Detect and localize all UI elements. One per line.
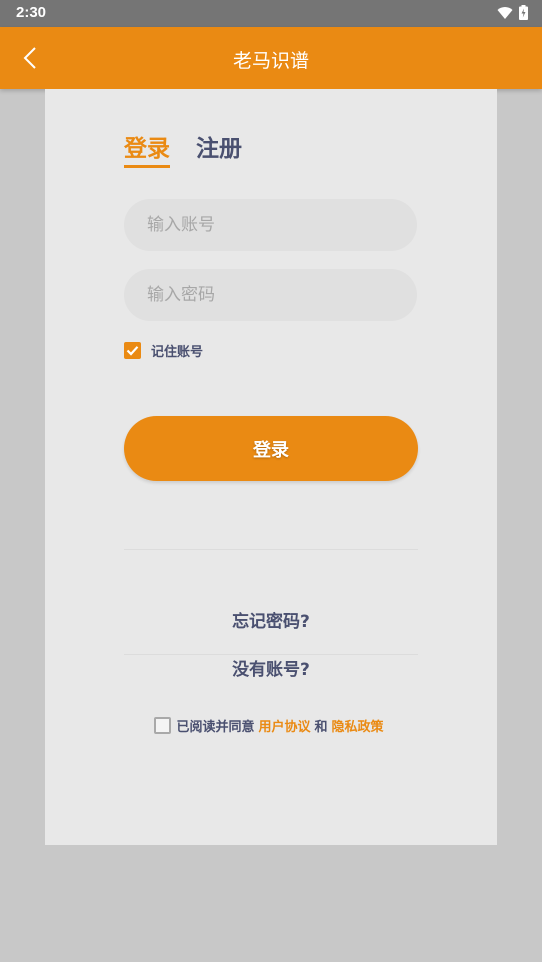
wifi-icon [497, 6, 513, 19]
remember-account: 记住账号 [124, 341, 203, 360]
agreement-and: 和 [314, 720, 328, 735]
tab-register[interactable]: 注册 [196, 129, 242, 163]
agreement-row: 已阅读并同意 用户协议 和 隐私政策 [45, 716, 497, 735]
app-bar: 老马识谱 [0, 27, 542, 89]
page-title: 老马识谱 [232, 50, 309, 72]
agreement-checkbox[interactable] [154, 717, 172, 734]
login-card: 登录 注册 记住账号 登录 忘记密码? 没有账号? 已阅读并同意 用户协议 和 … [45, 89, 497, 845]
forgot-password-link[interactable]: 忘记密码? [45, 607, 497, 632]
user-agreement-link[interactable]: 用户协议 [258, 716, 310, 735]
login-button[interactable]: 登录 [124, 416, 418, 481]
status-icons [497, 5, 528, 20]
privacy-policy-link[interactable]: 隐私政策 [332, 716, 384, 735]
tab-login[interactable]: 登录 [124, 129, 170, 168]
status-time: 2:30 [16, 4, 47, 21]
remember-label: 记住账号 [151, 345, 204, 360]
battery-icon [519, 5, 528, 20]
remember-checkbox[interactable] [124, 342, 141, 359]
no-account-link[interactable]: 没有账号? [45, 655, 497, 680]
checkmark-icon [126, 346, 139, 356]
agreement-prefix: 已阅读并同意 [176, 720, 255, 735]
divider [124, 549, 418, 550]
status-bar: 2:30 [0, 0, 542, 27]
password-input[interactable] [124, 269, 417, 321]
account-input[interactable] [124, 199, 417, 251]
